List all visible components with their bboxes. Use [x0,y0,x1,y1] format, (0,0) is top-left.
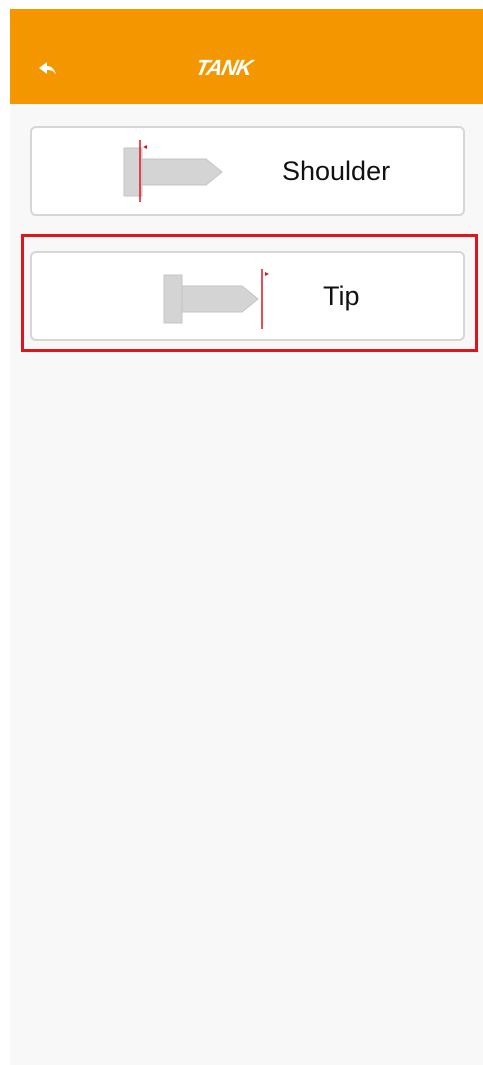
option-label-tip: Tip [323,281,360,311]
option-card-tip[interactable]: Tip [30,251,465,341]
option-card-shoulder[interactable]: Shoulder [30,126,465,216]
option-label-shoulder: Shoulder [282,156,391,186]
app-screen: TANK Shoulder Tip [10,9,483,1065]
shoulder-measure-icon [123,140,223,202]
app-header: TANK [10,9,483,104]
tip-measure-icon [163,269,269,329]
brand-logo: TANK [193,55,255,80]
back-arrow-icon [39,62,56,75]
back-button[interactable] [30,51,66,87]
